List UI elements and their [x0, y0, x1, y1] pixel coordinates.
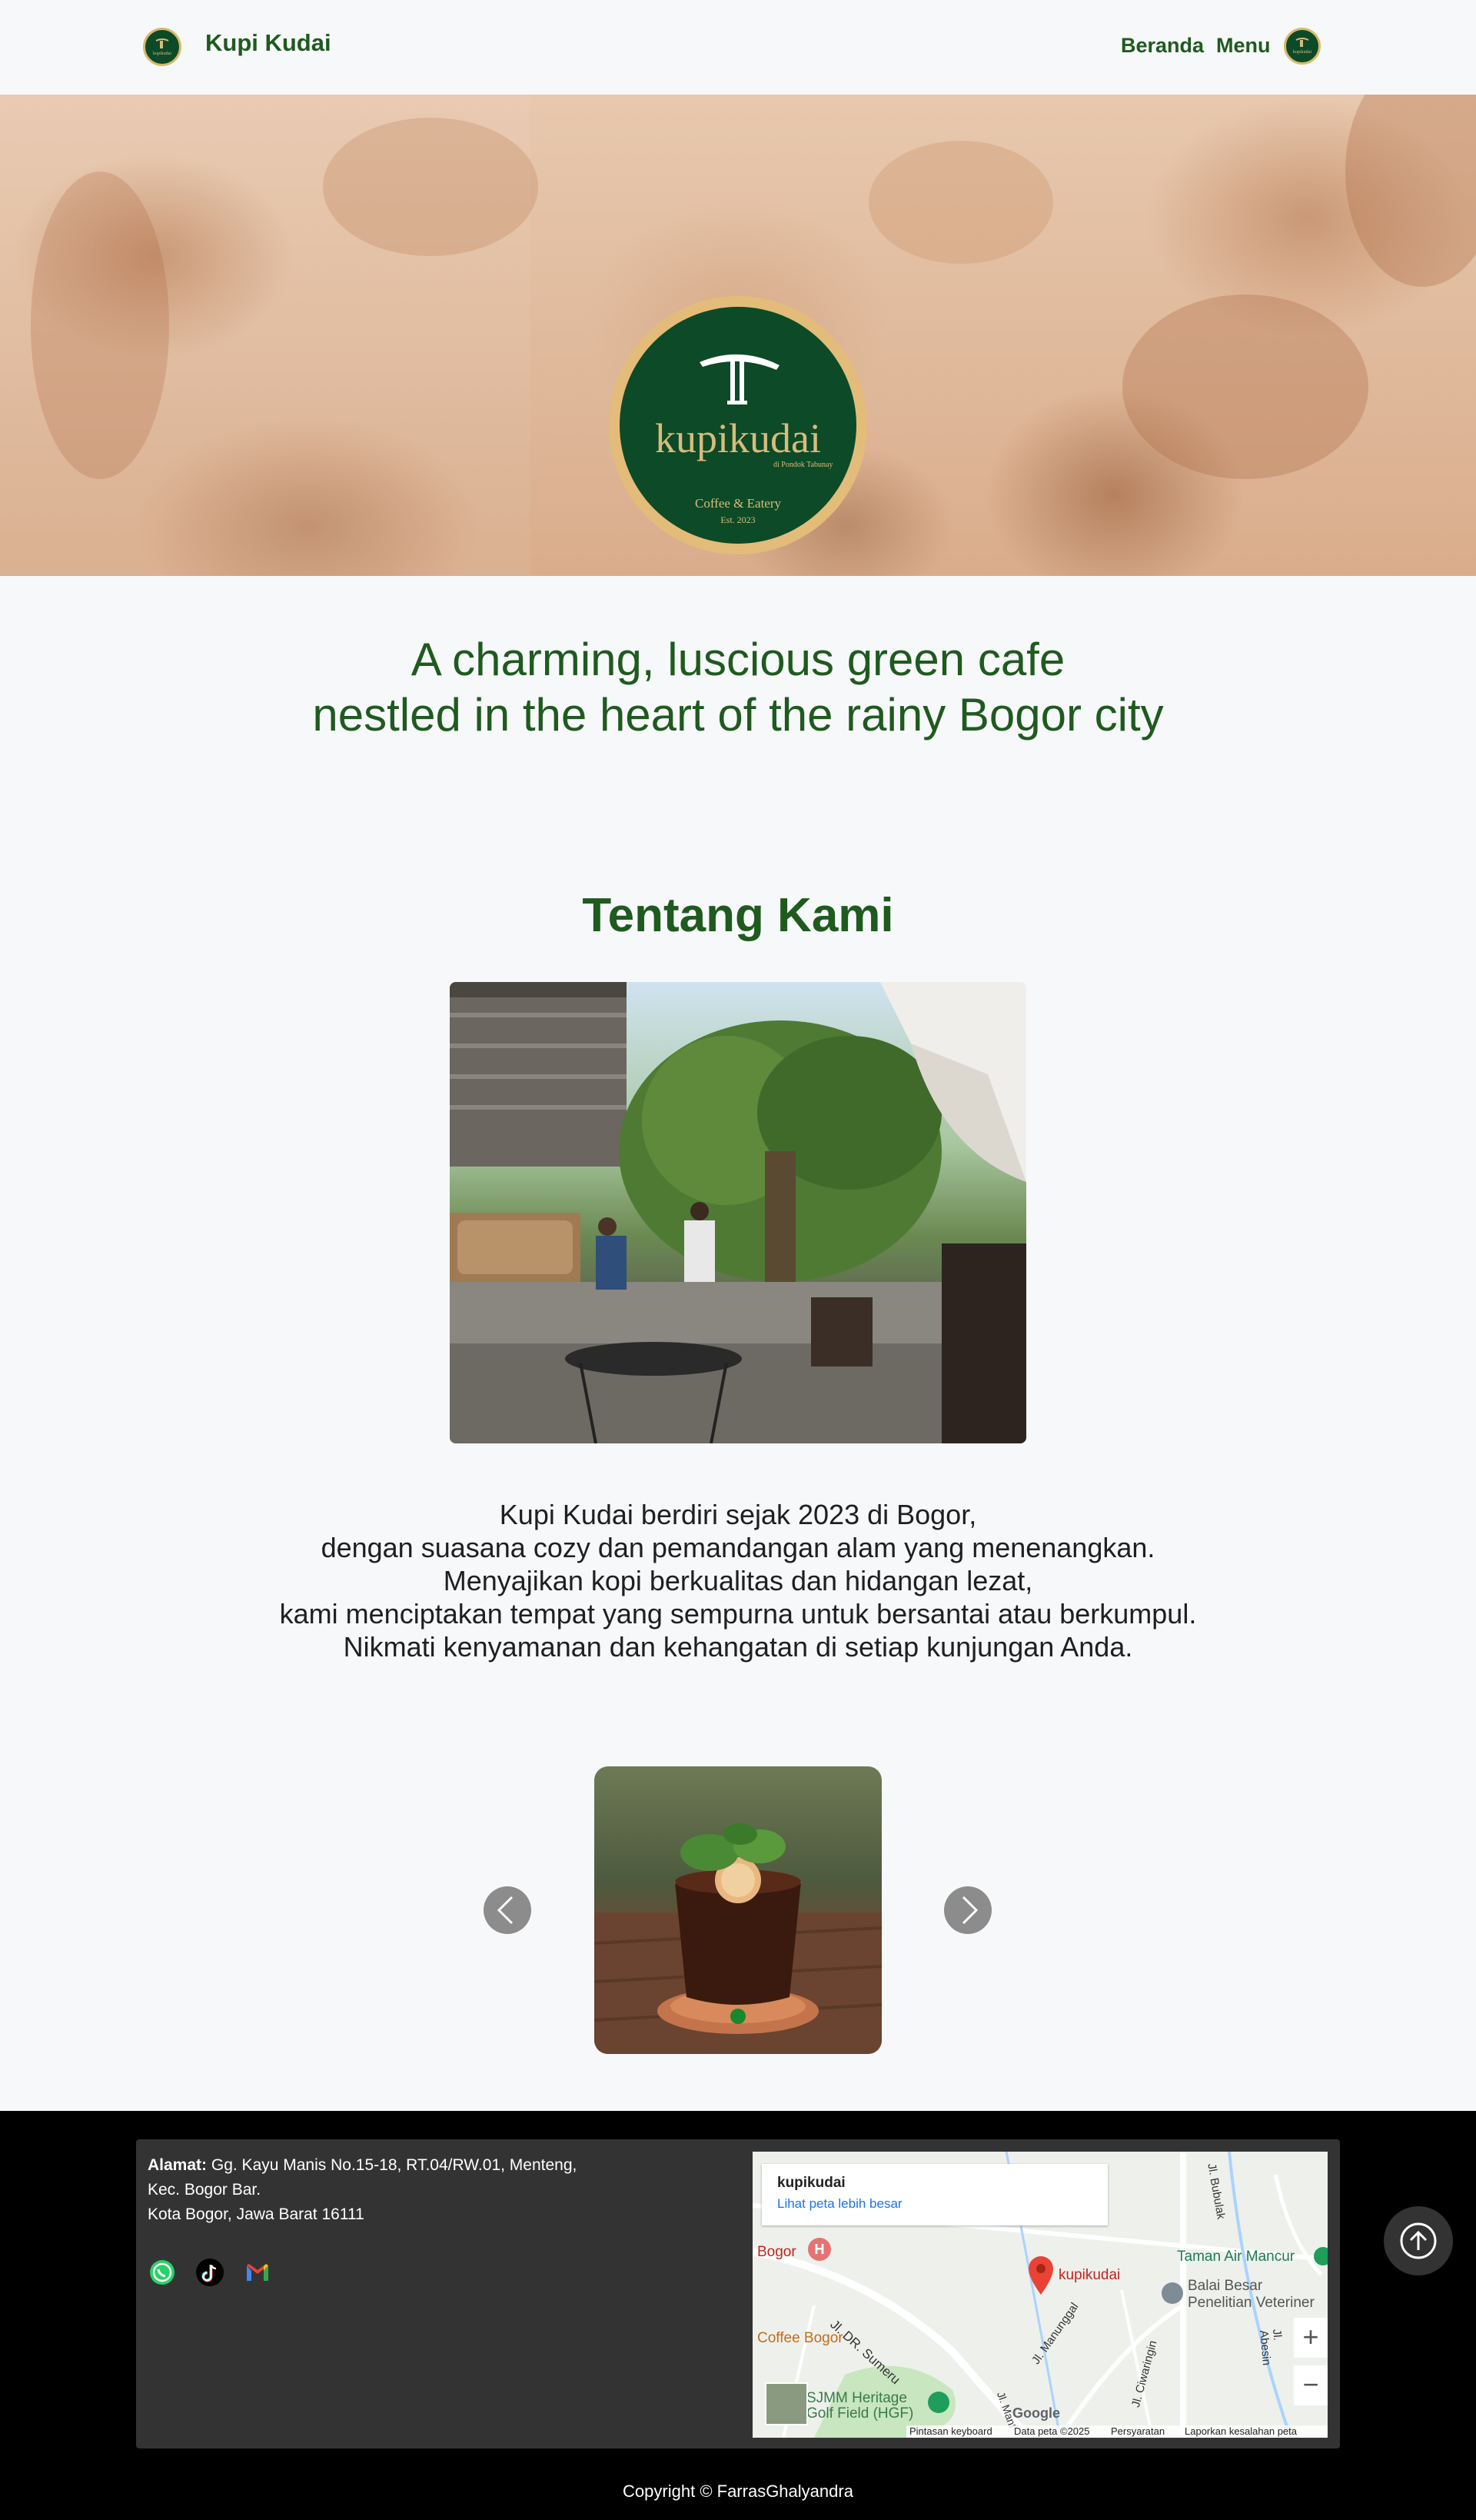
map-place-name: kupikudai [777, 2175, 846, 2191]
about-line-1: Kupi Kudai berdiri sejak 2023 di Bogor, [499, 1499, 977, 1530]
arrow-up-circle-icon [1400, 2222, 1437, 2259]
hero-logo-badge: kupikudai di Pondok Tabunay Coffee & Eat… [609, 296, 867, 554]
nav-logo[interactable]: kupikudai [143, 28, 181, 66]
tiktok-link[interactable] [195, 2258, 224, 2287]
satellite-toggle[interactable] [765, 2382, 808, 2425]
copyright: Copyright © FarrasGhalyandra [623, 2482, 853, 2501]
map-terms-link[interactable]: Persyaratan [1111, 2425, 1165, 2437]
map-attribution-bar: Pintasan keyboard Data peta ©2025 Persya… [906, 2425, 1328, 2438]
hammer-logo-icon [700, 354, 780, 404]
hero-logo-inner: kupikudai di Pondok Tabunay Coffee & Eat… [620, 307, 856, 544]
about-photo [450, 982, 1026, 1443]
footer-card: Alamat: Gg. Kayu Manis No.15-18, RT.04/R… [136, 2139, 1340, 2448]
map-info-card: kupikudai Lihat peta lebih besar [762, 2164, 1108, 2225]
map-keyboard-shortcuts[interactable]: Pintasan keyboard [909, 2425, 992, 2437]
map-report-link[interactable]: Laporkan kesalahan peta [1185, 2425, 1297, 2437]
brand-name[interactable]: Kupi Kudai [205, 29, 331, 57]
about-line-4: kami menciptakan tempat yang sempurna un… [279, 1598, 1197, 1630]
map-label-balai: Balai Besar [1188, 2278, 1263, 2294]
logo-tagline: Coffee & Eatery [694, 496, 782, 511]
map-label-coffee-bogor: Coffee Bogor [757, 2330, 843, 2346]
chevron-right-icon [962, 1896, 979, 1925]
nav-link-menu[interactable]: Menu [1216, 34, 1271, 58]
building-icon [1162, 2282, 1183, 2304]
address-line-1: Gg. Kayu Manis No.15-18, RT.04/RW.01, Me… [211, 2156, 577, 2174]
carousel-indicator-active[interactable] [730, 2009, 746, 2024]
location-pin-icon [1029, 2256, 1053, 2295]
nav-avatar[interactable]: kupikudai [1284, 28, 1321, 65]
whatsapp-icon [150, 2260, 175, 2285]
carousel-next-button[interactable] [944, 1886, 992, 1934]
logo-icon: kupikudai [153, 38, 171, 56]
logo-subtitle: di Pondok Tabunay [773, 461, 833, 469]
map-label-sjmm-2: Golf Field (HGF) [806, 2405, 914, 2422]
chevron-left-icon [497, 1896, 514, 1925]
gmail-icon [247, 2264, 268, 2281]
map-label-sjmm: SJMM Heritage [806, 2390, 907, 2406]
hero-banner: kupikudai di Pondok Tabunay Coffee & Eat… [0, 95, 1476, 576]
address-block: Alamat: Gg. Kayu Manis No.15-18, RT.04/R… [148, 2153, 624, 2227]
hospital-icon: H [808, 2238, 831, 2261]
address-line-3: Kota Bogor, Jawa Barat 16111 [148, 2205, 364, 2223]
svg-text:kupikudai: kupikudai [153, 52, 171, 56]
about-line-3: Menyajikan kopi berkualitas dan hidangan… [443, 1565, 1033, 1596]
cafe-terrace-illustration [450, 982, 1026, 1443]
map-marker[interactable] [1026, 2255, 1056, 2300]
about-line-5: Nikmati kenyamanan dan kehangatan di set… [343, 1631, 1133, 1663]
navbar: kupikudai Kupi Kudai Beranda Menu kupiku… [0, 0, 1476, 95]
map-label-bogor: Bogor [757, 2244, 796, 2260]
about-title: Tentang Kami [582, 889, 894, 942]
map-data-credit: Data peta ©2025 [1014, 2425, 1090, 2437]
footer: Alamat: Gg. Kayu Manis No.15-18, RT.04/R… [0, 2111, 1476, 2520]
address-label: Alamat: [148, 2156, 208, 2174]
about-description: Kupi Kudai berdiri sejak 2023 di Bogor, … [0, 1498, 1476, 1663]
park-icon [1314, 2247, 1328, 2265]
map-label-balai-2: Penelitian Veteriner [1188, 2295, 1315, 2311]
avatar-logo-icon: kupikudai [1293, 38, 1311, 55]
map-zoom-in-button[interactable]: + [1294, 2318, 1328, 2358]
logo-wordmark: kupikudai [655, 415, 821, 461]
map-marker-label: kupikudai [1059, 2267, 1121, 2283]
nav-link-beranda[interactable]: Beranda [1121, 34, 1204, 58]
hero-tagline: A charming, luscious green cafe nestled … [0, 632, 1476, 743]
about-line-2: dengan suasana cozy dan pemandangan alam… [321, 1532, 1155, 1563]
map-zoom-out-button[interactable]: − [1294, 2365, 1328, 2405]
tagline-line-1: A charming, luscious green cafe [411, 634, 1065, 685]
svg-text:kupikudai: kupikudai [1293, 50, 1311, 55]
google-logo: Google [1012, 2405, 1060, 2421]
map-embed[interactable]: kupikudai Lihat peta lebih besar Bogor H… [753, 2152, 1328, 2438]
tagline-line-2: nestled in the heart of the rainy Bogor … [312, 689, 1164, 741]
logo-established: Est. 2023 [720, 514, 756, 525]
tiktok-icon [196, 2259, 224, 2286]
map-label-taman-air: Taman Air Mancur [1177, 2249, 1295, 2265]
gmail-link[interactable] [243, 2258, 272, 2287]
address-line-2: Kec. Bogor Bar. [148, 2181, 261, 2199]
map-view-larger-link[interactable]: Lihat peta lebih besar [777, 2196, 903, 2212]
map-label-jl-abesin: Jl. Abesin [1257, 2329, 1285, 2366]
carousel-prev-button[interactable] [484, 1886, 531, 1934]
golf-icon [928, 2392, 949, 2413]
back-to-top-button[interactable] [1384, 2206, 1453, 2275]
whatsapp-link[interactable] [148, 2258, 177, 2287]
